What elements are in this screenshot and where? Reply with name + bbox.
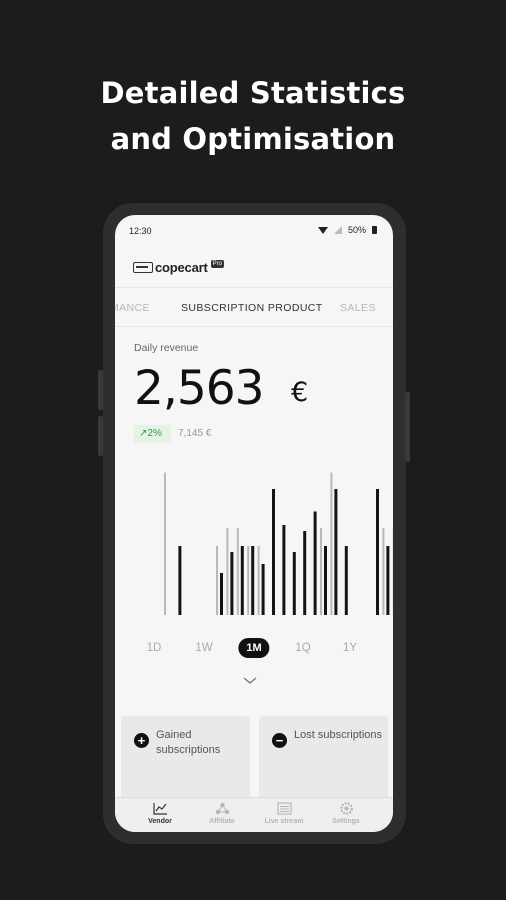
plus-circle-icon: +	[134, 733, 149, 748]
card-title: Gained subscriptions	[156, 729, 221, 756]
chart-bar	[261, 564, 265, 615]
nav-settings[interactable]: Settings	[316, 802, 376, 825]
previous-revenue: 7,145 €	[178, 428, 212, 439]
phone-volume-up-button	[98, 370, 103, 410]
signal-icon	[333, 226, 342, 234]
tab-performance[interactable]: MANCE	[115, 302, 150, 314]
chart-bar	[164, 472, 166, 615]
chart-bar	[320, 528, 322, 615]
promo-headline: Detailed Statistics and Optimisation	[0, 70, 506, 162]
chart-bar	[382, 528, 385, 615]
chart-bar	[282, 525, 286, 615]
status-time: 12:30	[129, 226, 152, 236]
battery-percent: 50%	[347, 225, 366, 235]
minus-circle-icon: −	[272, 733, 287, 748]
chart-bar	[386, 546, 390, 615]
logo-badge: Pro	[210, 259, 224, 268]
headline-line-2: and Optimisation	[110, 122, 396, 156]
tab-sales[interactable]: SALES	[340, 302, 376, 314]
period-1d[interactable]: 1D	[147, 642, 162, 654]
phone-power-button	[405, 392, 410, 462]
app-logo: copecart Pro	[133, 259, 224, 275]
chart-bar	[236, 528, 239, 615]
chart-bar	[376, 489, 379, 615]
revenue-bar-chart[interactable]	[115, 460, 393, 618]
chart-bar	[230, 552, 234, 615]
chart-bar	[178, 546, 182, 615]
network-icon	[215, 802, 229, 815]
status-icons: 50%	[317, 225, 377, 235]
revenue-value: 2,563	[134, 361, 265, 416]
period-1m[interactable]: 1M	[238, 638, 270, 658]
chart-line-icon	[152, 803, 167, 815]
nav-label: Live stream	[264, 818, 304, 825]
tab-subscription-product[interactable]: SUBSCRIPTION PRODUCT	[181, 302, 323, 314]
chart-bar	[240, 546, 244, 615]
bottom-navigation: Vendor Affiliate Live stream Settings	[115, 797, 393, 832]
chevron-down-icon[interactable]	[243, 674, 257, 688]
chart-bar	[220, 573, 223, 615]
battery-icon	[372, 226, 377, 234]
chart-bar	[226, 528, 229, 615]
chart-bar	[303, 531, 307, 615]
nav-vendor[interactable]: Vendor	[130, 802, 190, 825]
chart-bar	[292, 552, 296, 615]
period-selector: 1D 1W 1M 1Q 1Y	[115, 638, 393, 660]
chart-bar	[247, 546, 250, 615]
headline-line-1: Detailed Statistics	[100, 76, 406, 110]
chart-bar	[257, 546, 260, 615]
chart-bar	[330, 472, 333, 615]
period-1y[interactable]: 1Y	[343, 642, 357, 654]
revenue-currency: €	[291, 377, 309, 408]
chart-bar	[324, 546, 327, 615]
tab-bar: MANCE SUBSCRIPTION PRODUCT SALES	[115, 287, 393, 327]
wifi-icon	[317, 226, 328, 234]
nav-label: Settings	[332, 818, 360, 825]
chart-bar	[344, 546, 348, 615]
gear-icon	[339, 802, 353, 815]
period-1q[interactable]: 1Q	[295, 642, 310, 654]
chart-bar	[334, 489, 338, 615]
list-icon	[276, 802, 292, 815]
nav-label: Affiliate	[209, 818, 235, 825]
chart-bar	[216, 546, 218, 615]
nav-affiliate[interactable]: Affiliate	[192, 802, 252, 825]
revenue-label: Daily revenue	[134, 342, 199, 354]
change-badge: ↗2%	[134, 425, 171, 443]
cart-logo-icon	[133, 262, 153, 273]
card-title: Lost subscriptions	[294, 729, 383, 741]
status-bar: 12:30 50%	[115, 215, 393, 245]
nav-label: Vendor	[148, 818, 172, 825]
chart-bar	[272, 489, 275, 615]
phone-volume-down-button	[98, 416, 103, 456]
period-1w[interactable]: 1W	[195, 642, 212, 654]
nav-live-stream[interactable]: Live stream	[254, 802, 314, 825]
logo-text: copecart	[155, 260, 208, 275]
chart-bar	[251, 546, 255, 615]
chart-bar	[313, 511, 317, 615]
app-screen: 12:30 50% copecart Pro MANCE SUBSCRIPTIO…	[115, 215, 393, 832]
